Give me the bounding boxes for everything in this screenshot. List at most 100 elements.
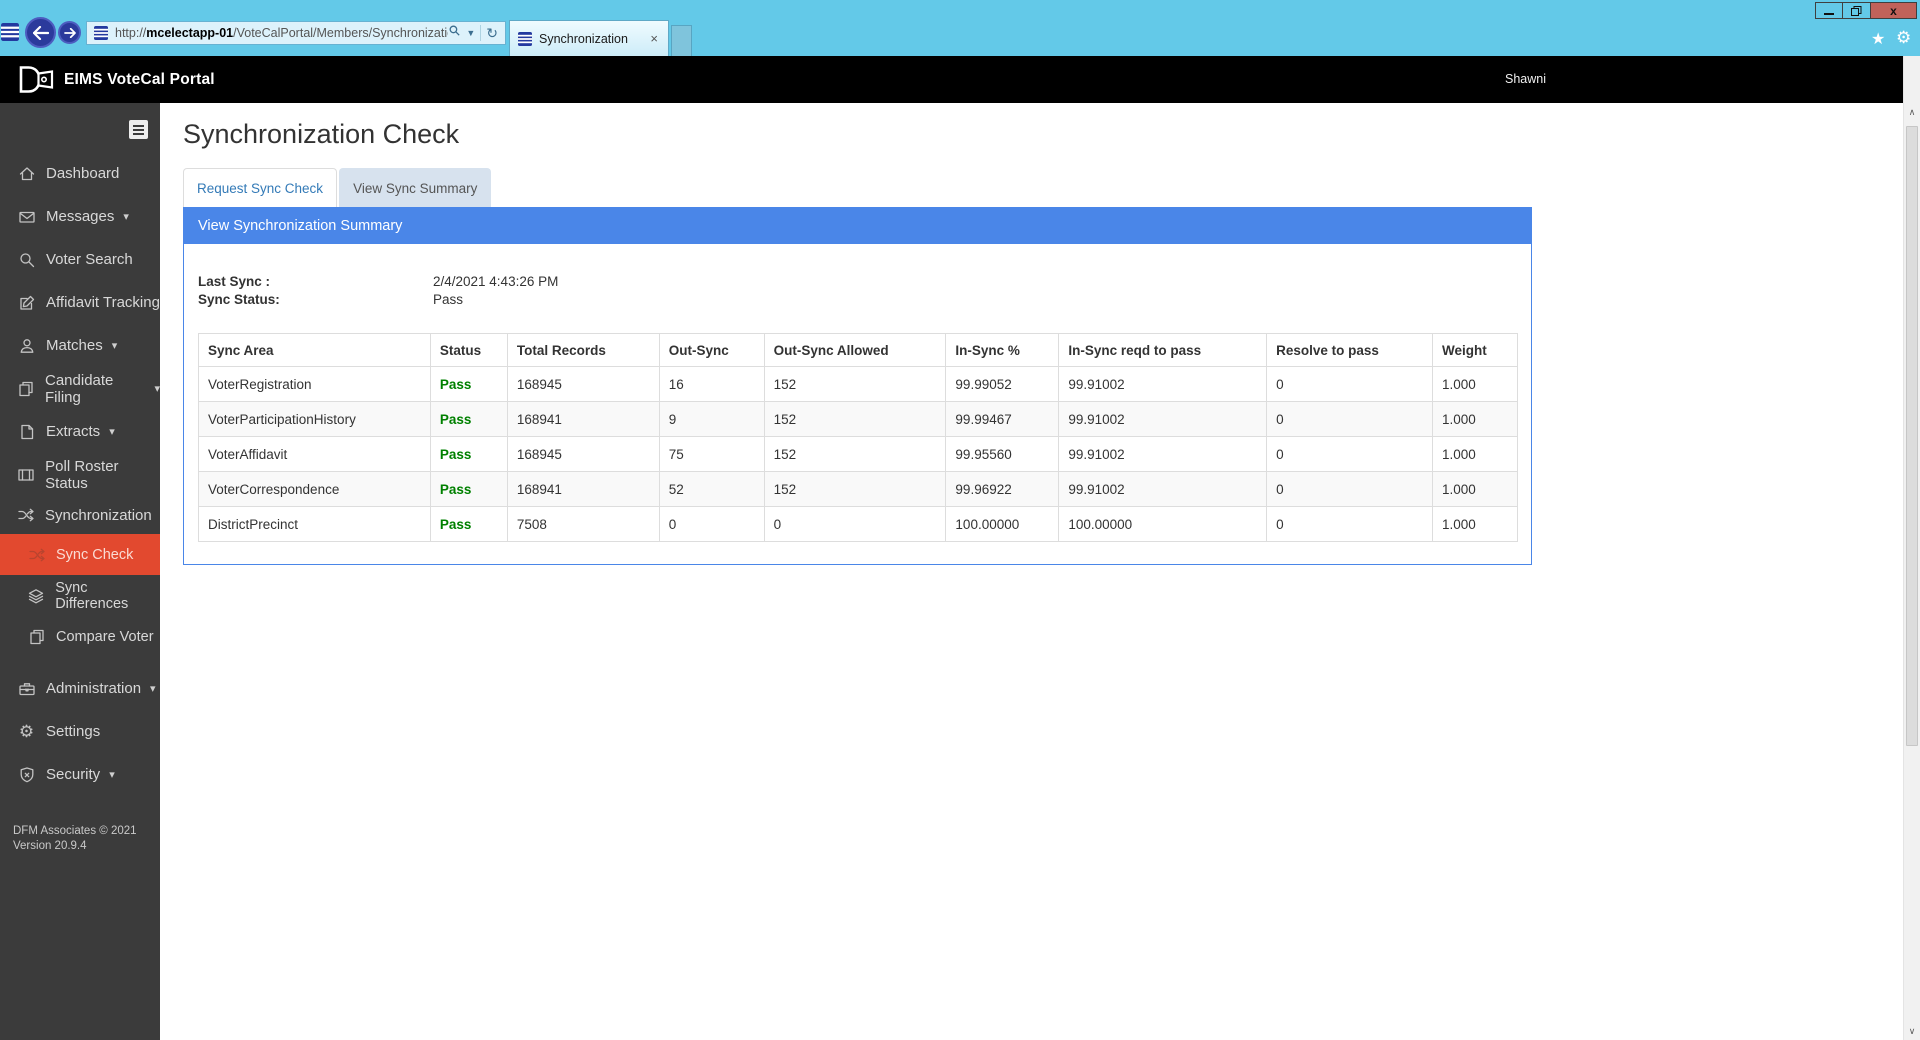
address-bar[interactable]: http://mcelectapp-01/VoteCalPortal/Membe… [86, 21, 506, 45]
sidebar-item-label: Poll Roster Status [45, 457, 119, 492]
envelope-icon [17, 207, 36, 226]
sync-status-label: Sync Status: [198, 292, 280, 307]
cell-sync-area: DistrictPrecinct [198, 506, 431, 542]
cell: Pass [429, 436, 508, 472]
scrollbar-thumb[interactable] [1906, 126, 1918, 746]
column-header-in-sync-reqd-to-pass: In-Sync reqd to pass [1058, 333, 1268, 367]
menu-toggle-button[interactable] [129, 120, 148, 139]
sidebar-item-security[interactable]: Security ▾ [0, 753, 160, 796]
main-content: Synchronization Check Request Sync Check… [160, 103, 1903, 1040]
sync-status-row: Sync Status: Pass [198, 291, 1517, 309]
sidebar-item-sync-differences[interactable]: Sync Differences [0, 575, 160, 616]
cell: 152 [763, 366, 947, 402]
file-copy-icon [27, 627, 46, 646]
cell: 168945 [506, 366, 660, 402]
cell: 99.91002 [1058, 366, 1268, 402]
sidebar-item-sync-check[interactable]: Sync Check [0, 534, 160, 575]
cell: 100.00000 [945, 506, 1060, 542]
cell: 99.99467 [945, 401, 1060, 437]
table-row: VoterAffidavit Pass 168945 75 152 99.95560 99.… [198, 436, 1519, 472]
cell-sync-area: VoterParticipationHistory [198, 401, 431, 437]
scroll-down-icon[interactable]: ∨ [1904, 1023, 1920, 1040]
sidebar-item-label: Administration [46, 680, 142, 697]
sidebar-item-administration[interactable]: Administration ▾ [0, 667, 160, 710]
refresh-icon[interactable]: ↻ [486, 26, 498, 40]
cell: 1.000 [1431, 366, 1519, 402]
sidebar-item-matches[interactable]: Matches ▾ [0, 324, 160, 367]
sidebar-item-extracts[interactable]: Extracts ▾ [0, 410, 160, 453]
tab-favicon-icon [518, 31, 532, 46]
cell: 1.000 [1431, 471, 1519, 507]
favorites-star-icon[interactable]: ★ [1871, 29, 1885, 49]
cell: 168945 [506, 436, 660, 472]
sidebar-item-label: Voter Search [46, 251, 133, 268]
table-row: VoterParticipationHistory Pass 168941 9 152 9… [198, 401, 1519, 437]
cell: 99.96922 [945, 471, 1060, 507]
cell: 1.000 [1431, 506, 1519, 542]
url-text: http://mcelectapp-01/VoteCalPortal/Membe… [115, 26, 448, 40]
sidebar-item-label: Messages [46, 208, 115, 225]
last-sync-label: Last Sync : [198, 274, 271, 289]
dfm-logo-icon [18, 65, 56, 99]
restore-button[interactable] [1843, 2, 1871, 19]
cell: 99.91002 [1058, 471, 1268, 507]
new-tab-button[interactable] [671, 25, 692, 56]
person-icon [17, 336, 36, 355]
settings-gear-icon[interactable]: ⚙ [1896, 28, 1911, 48]
tab-title: Synchronization [539, 31, 628, 46]
sidebar-item-label: Extracts [46, 423, 101, 440]
cell-sync-area: VoterAffidavit [198, 436, 431, 472]
minimize-button[interactable] [1815, 2, 1843, 19]
cell-sync-area: VoterCorrespondence [198, 471, 431, 507]
sidebar-item-synchronization[interactable]: Synchronization▾ [0, 496, 166, 534]
layers-icon [27, 586, 45, 605]
chevron-down-icon[interactable]: ▼ [466, 28, 475, 38]
column-header-out-sync-allowed: Out-Sync Allowed [763, 333, 947, 367]
column-header-status: Status [429, 333, 508, 367]
sidebar-item-candidate-filing[interactable]: Candidate Filing ▾ [0, 367, 160, 410]
panel-body: Last Sync : 2/4/2021 4:43:26 PM Sync Sta… [184, 244, 1531, 564]
vertical-scrollbar[interactable]: ∧ ∨ [1903, 56, 1920, 1040]
cell: 168941 [506, 471, 660, 507]
browser-tab[interactable]: Synchronization × [509, 20, 669, 56]
screen: http://mcelectapp-01/VoteCalPortal/Membe… [0, 0, 1920, 1040]
sidebar-item-label: Synchronization [45, 506, 152, 524]
page-title: Synchronization Check [183, 119, 460, 149]
search-icon[interactable] [448, 24, 461, 42]
sidebar-item-compare-voter[interactable]: Compare Voter [0, 616, 160, 657]
sidebar-item-dashboard[interactable]: Dashboard [0, 152, 160, 195]
sidebar-item-affidavit-tracking[interactable]: Affidavit Tracking [0, 281, 160, 324]
browser-chrome: http://mcelectapp-01/VoteCalPortal/Membe… [0, 0, 1920, 56]
tab-close-icon[interactable]: × [648, 31, 660, 46]
chevron-down-icon: ▾ [123, 211, 129, 223]
cell: 0 [1266, 471, 1433, 507]
tab-view-sync-summary[interactable]: View Sync Summary [339, 168, 492, 207]
chevron-down-icon: ▾ [109, 426, 115, 438]
edit-icon [17, 293, 36, 312]
shuffle-icon [27, 545, 46, 564]
close-button[interactable]: x [1871, 2, 1917, 19]
sidebar-item-poll-roster-status[interactable]: Poll Roster Status [0, 453, 160, 496]
sidebar-item-settings[interactable]: ⚙ Settings [0, 710, 160, 753]
scroll-up-icon[interactable]: ∧ [1904, 104, 1920, 121]
tab-bar: Request Sync Check View Sync Summary [183, 168, 493, 207]
sidebar-item-voter-search[interactable]: Voter Search [0, 238, 160, 281]
back-button[interactable] [25, 17, 56, 48]
cell-sync-area: VoterRegistration [198, 366, 431, 402]
sidebar-item-messages[interactable]: Messages ▾ [0, 195, 160, 238]
cell: 16 [658, 366, 765, 402]
file-copy-icon [17, 379, 35, 398]
footer-version: Version 20.9.4 [13, 840, 87, 852]
user-name[interactable]: Shawni [1505, 72, 1546, 86]
forward-button[interactable] [58, 21, 81, 44]
site-icon [1, 23, 19, 41]
home-icon [17, 164, 36, 183]
cell: 152 [763, 471, 947, 507]
table-row: VoterRegistration Pass 168945 16 152 99.99052… [198, 366, 1519, 402]
cell: 7508 [506, 506, 660, 542]
briefcase-icon [17, 679, 36, 698]
tab-request-sync-check[interactable]: Request Sync Check [183, 168, 338, 207]
gear-icon: ⚙ [18, 721, 35, 741]
table-header-row: Sync Area Status Total Records Out-Sync Out-… [198, 333, 1519, 367]
sidebar-item-label: Candidate Filing [45, 371, 114, 406]
